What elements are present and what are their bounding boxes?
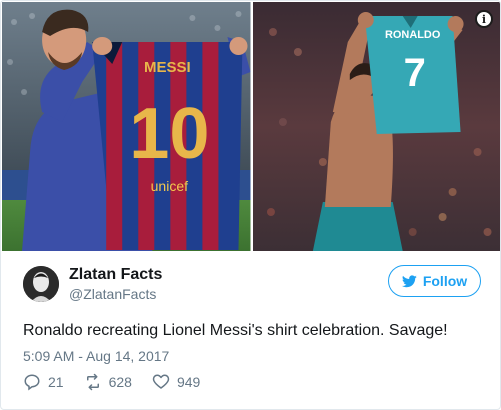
- ronaldo-shirt-name: RONALDO: [384, 29, 440, 41]
- retweet-action[interactable]: 628: [84, 373, 132, 391]
- retweet-icon: [86, 373, 99, 391]
- reply-count: 21: [48, 374, 64, 390]
- author-names: Zlatan Facts @ZlatanFacts: [69, 265, 162, 303]
- tweet-card[interactable]: MESSI 10 unicef RONALDO 7 i Zlatan Facts…: [0, 0, 501, 410]
- timestamp[interactable]: 5:09 AM - Aug 14, 2017: [23, 348, 169, 364]
- tweet-author[interactable]: Zlatan Facts @ZlatanFacts: [23, 265, 162, 303]
- user-handle[interactable]: @ZlatanFacts: [69, 285, 162, 303]
- info-icon[interactable]: i: [475, 10, 493, 28]
- follow-label: Follow: [422, 273, 468, 289]
- photo-ronaldo[interactable]: RONALDO 7 i: [252, 2, 500, 251]
- tweet-media[interactable]: MESSI 10 unicef RONALDO 7 i: [2, 2, 500, 251]
- avatar[interactable]: [23, 266, 59, 302]
- reply-icon: [24, 374, 40, 391]
- messi-shirt-number: 10: [129, 94, 209, 174]
- like-action[interactable]: 949: [152, 373, 200, 391]
- photo-messi[interactable]: MESSI 10 unicef: [2, 2, 251, 251]
- avatar-image: [23, 266, 59, 302]
- messi-photo-illustration: MESSI 10 unicef: [2, 2, 251, 251]
- twitter-bird-icon: [401, 274, 417, 287]
- display-name[interactable]: Zlatan Facts: [69, 265, 162, 285]
- tweet-text: Ronaldo recreating Lionel Messi's shirt …: [23, 322, 448, 339]
- messi-shirt-name: MESSI: [144, 59, 191, 76]
- retweet-count: 628: [108, 374, 132, 390]
- ronaldo-shirt-number: 7: [403, 51, 425, 95]
- ronaldo-photo-illustration: RONALDO 7: [252, 2, 500, 251]
- heart-icon: [152, 374, 170, 389]
- reply-action[interactable]: 21: [23, 373, 64, 391]
- like-count: 949: [176, 374, 201, 390]
- tweet-actions: 21 628 949: [23, 373, 220, 391]
- messi-shirt-sponsor: unicef: [151, 178, 189, 194]
- follow-button[interactable]: Follow: [388, 265, 481, 297]
